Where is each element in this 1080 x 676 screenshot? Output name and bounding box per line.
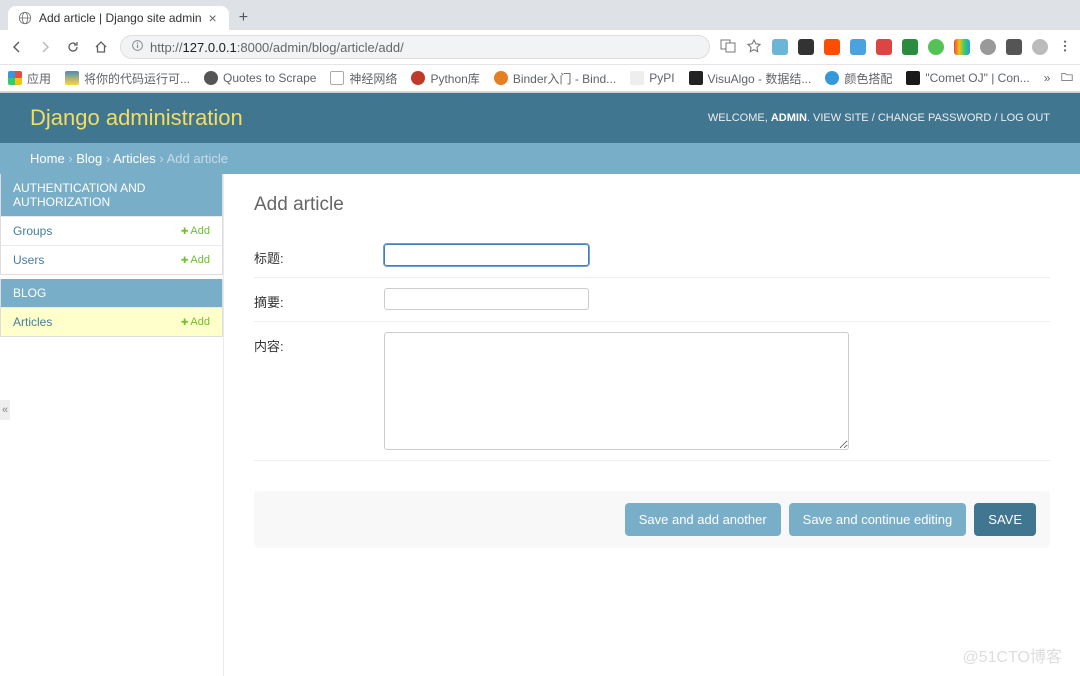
view-site-link[interactable]: VIEW SITE bbox=[813, 112, 869, 124]
breadcrumb: Home › Blog › Articles › Add article bbox=[0, 143, 1080, 174]
crumb-current: Add article bbox=[167, 151, 228, 166]
site-title: Django administration bbox=[30, 105, 243, 131]
change-password-link[interactable]: CHANGE PASSWORD bbox=[878, 112, 991, 124]
app-blog-header[interactable]: BLOG bbox=[1, 279, 222, 308]
home-icon[interactable] bbox=[92, 38, 110, 56]
reload-icon[interactable] bbox=[64, 38, 82, 56]
folder-icon bbox=[1060, 70, 1074, 87]
bookmarks-overflow[interactable]: » bbox=[1044, 71, 1051, 85]
add-user-link[interactable]: Add bbox=[181, 254, 210, 266]
username: ADMIN bbox=[771, 112, 807, 124]
browser-tab[interactable]: Add article | Django site admin × bbox=[8, 6, 229, 30]
input-title[interactable] bbox=[384, 244, 589, 266]
input-summary[interactable] bbox=[384, 288, 589, 310]
bookmarks-bar: 应用 将你的代码运行可... Quotes to Scrape 神经网络 Pyt… bbox=[0, 64, 1080, 92]
app-blog: BLOG Articles Add bbox=[0, 279, 223, 337]
crumb-app[interactable]: Blog bbox=[76, 151, 102, 166]
save-add-another-button[interactable] bbox=[625, 503, 781, 536]
admin-body: AUTHENTICATION AND AUTHORIZATION Groups … bbox=[0, 174, 1080, 676]
browser-chrome: Add article | Django site admin × + http… bbox=[0, 0, 1080, 93]
model-articles[interactable]: Articles Add bbox=[1, 308, 222, 336]
new-tab-button[interactable]: + bbox=[229, 9, 258, 27]
bookmark-1[interactable]: Quotes to Scrape bbox=[204, 71, 316, 85]
crumb-home[interactable]: Home bbox=[30, 151, 65, 166]
other-bookmarks[interactable]: 其他书签 bbox=[1060, 70, 1080, 87]
url-text: http://127.0.0.1:8000/admin/blog/article… bbox=[150, 40, 404, 55]
bookmark-6[interactable]: VisuAlgo - 数据结... bbox=[689, 70, 812, 87]
page-title: Add article bbox=[254, 194, 1050, 216]
sidebar: AUTHENTICATION AND AUTHORIZATION Groups … bbox=[0, 174, 224, 676]
label-content: 内容: bbox=[254, 332, 384, 355]
bookmark-0[interactable]: 将你的代码运行可... bbox=[65, 70, 190, 87]
puzzle-icon[interactable] bbox=[1006, 39, 1022, 55]
row-summary: 摘要: bbox=[254, 278, 1050, 322]
toolbar-icons bbox=[720, 38, 1072, 57]
ext-icon-1[interactable] bbox=[772, 39, 788, 55]
bookmark-3[interactable]: Python库 bbox=[411, 70, 479, 87]
menu-icon[interactable] bbox=[1058, 39, 1072, 56]
tab-title: Add article | Django site admin bbox=[39, 11, 202, 25]
ext-icon-4[interactable] bbox=[850, 39, 866, 55]
bookmark-2[interactable]: 神经网络 bbox=[330, 70, 397, 87]
label-title: 标题: bbox=[254, 244, 384, 267]
crumb-model[interactable]: Articles bbox=[113, 151, 156, 166]
ext-icon-7[interactable] bbox=[928, 39, 944, 55]
model-groups[interactable]: Groups Add bbox=[1, 217, 222, 246]
ext-icon-8[interactable] bbox=[954, 39, 970, 55]
address-bar: http://127.0.0.1:8000/admin/blog/article… bbox=[0, 30, 1080, 64]
submit-row bbox=[254, 491, 1050, 548]
bookmark-7[interactable]: 颜色搭配 bbox=[825, 70, 892, 87]
row-title: 标题: bbox=[254, 234, 1050, 278]
info-icon bbox=[131, 39, 144, 55]
add-article-link[interactable]: Add bbox=[181, 316, 210, 328]
close-icon[interactable]: × bbox=[209, 11, 217, 25]
tab-bar: Add article | Django site admin × + bbox=[0, 0, 1080, 30]
save-continue-button[interactable] bbox=[789, 503, 967, 536]
apps-button[interactable]: 应用 bbox=[8, 70, 51, 87]
watermark: @51CTO博客 bbox=[962, 643, 1062, 667]
content: Add article 标题: 摘要: 内容: bbox=[224, 174, 1080, 676]
translate-icon[interactable] bbox=[720, 38, 736, 57]
app-auth: AUTHENTICATION AND AUTHORIZATION Groups … bbox=[0, 174, 223, 275]
sidebar-collapse-handle[interactable]: « bbox=[0, 400, 10, 420]
admin-header: Django administration WELCOME, ADMIN. VI… bbox=[0, 93, 1080, 143]
model-users[interactable]: Users Add bbox=[1, 246, 222, 274]
add-group-link[interactable]: Add bbox=[181, 225, 210, 237]
app-auth-header[interactable]: AUTHENTICATION AND AUTHORIZATION bbox=[1, 174, 222, 217]
ext-icon-9[interactable] bbox=[980, 39, 996, 55]
forward-icon[interactable] bbox=[36, 38, 54, 56]
admin-panel: Django administration WELCOME, ADMIN. VI… bbox=[0, 93, 1080, 676]
ext-icon-2[interactable] bbox=[798, 39, 814, 55]
bookmark-8[interactable]: "Comet OJ" | Con... bbox=[906, 71, 1029, 85]
star-icon[interactable] bbox=[746, 38, 762, 57]
avatar-icon[interactable] bbox=[1032, 39, 1048, 55]
textarea-content[interactable] bbox=[384, 332, 849, 450]
logout-link[interactable]: LOG OUT bbox=[1000, 112, 1050, 124]
save-button[interactable] bbox=[974, 503, 1036, 536]
label-summary: 摘要: bbox=[254, 288, 384, 311]
row-content: 内容: bbox=[254, 322, 1050, 461]
globe-icon bbox=[18, 11, 32, 25]
bookmark-5[interactable]: PyPI bbox=[630, 71, 674, 85]
ext-icon-5[interactable] bbox=[876, 39, 892, 55]
ext-icon-3[interactable] bbox=[824, 39, 840, 55]
bookmark-4[interactable]: Binder入门 - Bind... bbox=[494, 70, 616, 87]
user-tools: WELCOME, ADMIN. VIEW SITE / CHANGE PASSW… bbox=[708, 112, 1050, 124]
ext-icon-6[interactable] bbox=[902, 39, 918, 55]
back-icon[interactable] bbox=[8, 38, 26, 56]
url-input[interactable]: http://127.0.0.1:8000/admin/blog/article… bbox=[120, 35, 710, 59]
